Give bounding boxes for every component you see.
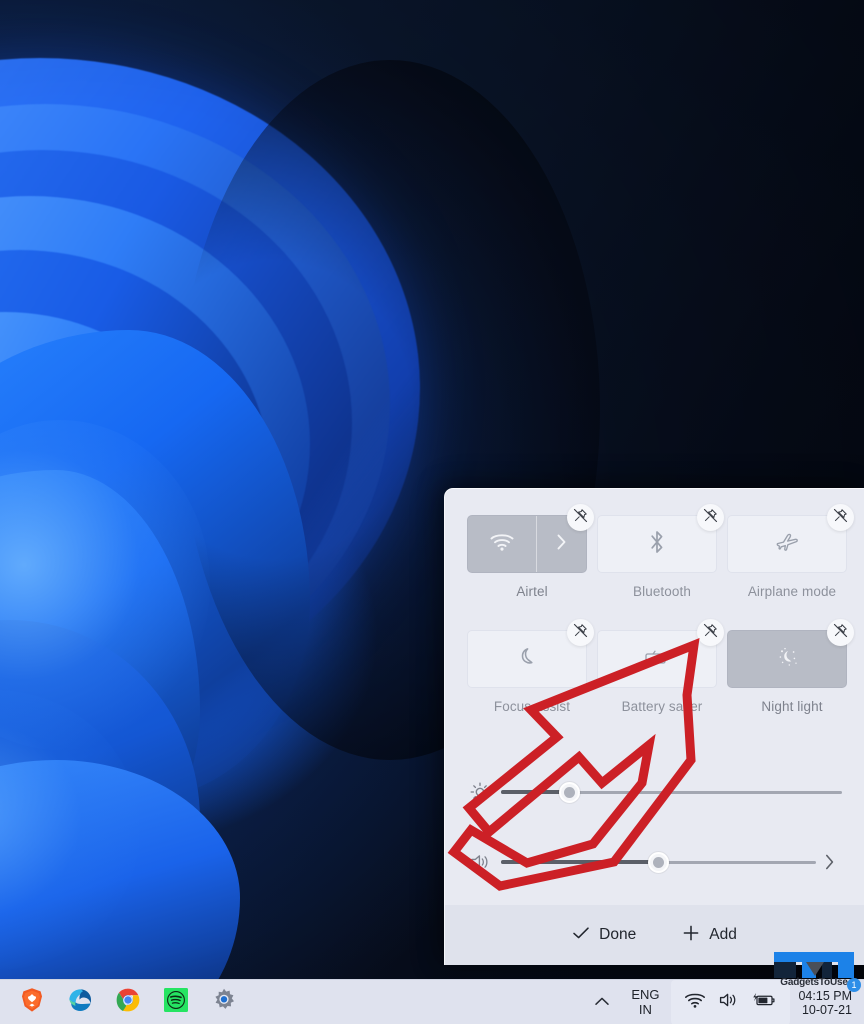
bluetooth-icon	[647, 529, 667, 560]
language-indicator[interactable]: ENG IN	[619, 980, 671, 1024]
night-light-icon	[773, 644, 801, 675]
volume-icon[interactable]	[469, 852, 501, 872]
volume-slider-thumb[interactable]	[648, 851, 669, 873]
plus-icon	[682, 924, 700, 947]
tray-status-icons[interactable]	[671, 980, 791, 1024]
taskbar-app-settings[interactable]	[202, 981, 246, 1023]
moon-icon	[515, 644, 539, 675]
unpin-icon	[573, 508, 588, 528]
taskbar-app-edge[interactable]	[58, 981, 102, 1023]
quick-tile-bluetooth[interactable]	[597, 504, 724, 573]
add-button-label: Add	[709, 926, 737, 943]
quick-tile-wifi[interactable]	[467, 504, 594, 573]
battery-charging-icon[interactable]	[751, 991, 777, 1014]
airplane-icon	[773, 530, 801, 559]
quick-tile-cell-battery-saver: Battery saver	[597, 619, 727, 745]
volume-slider-fill	[501, 860, 659, 864]
unpin-icon	[573, 623, 588, 643]
microsoft-edge-icon	[66, 986, 94, 1019]
quick-settings-tile-grid: Airtel Bluetooth Airplane mode Focus ass…	[445, 489, 864, 745]
unpin-button-focus-assist[interactable]	[567, 619, 594, 646]
taskbar-app-spotify[interactable]	[154, 981, 198, 1023]
volume-expand-button[interactable]	[816, 853, 842, 871]
quick-tile-focus-assist[interactable]	[467, 619, 594, 688]
language-secondary: IN	[638, 1001, 652, 1017]
quick-tile-label-airplane: Airplane mode	[747, 584, 837, 599]
unpin-icon	[703, 508, 718, 528]
wifi-icon[interactable]	[684, 992, 706, 1014]
spotify-icon	[162, 986, 190, 1019]
quick-tile-label-wifi: Airtel	[516, 584, 548, 599]
volume-slider-row	[445, 839, 864, 885]
wifi-icon	[489, 532, 515, 557]
battery-saver-icon	[642, 647, 672, 672]
quick-tile-cell-night-light: Night light	[727, 619, 857, 745]
quick-tile-airplane-mode[interactable]	[727, 504, 854, 573]
taskbar-app-list	[0, 981, 246, 1023]
unpin-button-wifi[interactable]	[567, 504, 594, 531]
volume-slider[interactable]	[501, 851, 816, 873]
unpin-button-night-light[interactable]	[827, 619, 854, 646]
wifi-toggle-area[interactable]	[468, 516, 538, 572]
chevron-up-icon	[594, 994, 610, 1012]
taskbar: ENG IN 04:15 PM 10-07-21	[0, 979, 864, 1024]
language-primary: ENG	[631, 987, 660, 1003]
unpin-icon	[833, 508, 848, 528]
unpin-button-airplane[interactable]	[827, 504, 854, 531]
clock-time: 04:15 PM	[798, 988, 852, 1003]
unpin-icon	[833, 623, 848, 643]
brightness-icon	[469, 781, 501, 803]
volume-icon[interactable]	[718, 991, 739, 1014]
brave-browser-icon	[18, 986, 46, 1019]
quick-settings-footer: Done Add	[445, 905, 864, 965]
quick-tile-cell-bluetooth: Bluetooth	[597, 504, 727, 630]
chevron-right-icon	[556, 533, 567, 556]
unpin-icon	[703, 623, 718, 643]
quick-tile-label-night-light: Night light	[761, 699, 823, 714]
taskbar-clock[interactable]: 04:15 PM 10-07-21	[790, 980, 864, 1024]
clock-date: 10-07-21	[801, 1002, 852, 1017]
brightness-slider-thumb[interactable]	[558, 781, 580, 803]
add-button[interactable]: Add	[672, 918, 747, 953]
unpin-button-bluetooth[interactable]	[697, 504, 724, 531]
brightness-slider[interactable]	[501, 781, 842, 803]
quick-tile-cell-wifi: Airtel	[467, 504, 597, 630]
system-tray: ENG IN 04:15 PM 10-07-21	[585, 980, 864, 1024]
quick-tile-label-bluetooth: Bluetooth	[633, 584, 691, 599]
taskbar-app-brave[interactable]	[10, 981, 54, 1023]
taskbar-app-chrome[interactable]	[106, 981, 150, 1023]
quick-tile-label-battery-saver: Battery saver	[621, 699, 703, 714]
unpin-button-battery-saver[interactable]	[697, 619, 724, 646]
settings-gear-icon	[210, 986, 238, 1019]
quick-tile-cell-focus-assist: Focus assist	[467, 619, 597, 745]
quick-tile-cell-airplane: Airplane mode	[727, 504, 857, 630]
done-button[interactable]: Done	[562, 919, 646, 952]
quick-tile-label-focus-assist: Focus assist	[493, 699, 571, 714]
done-button-label: Done	[599, 926, 637, 943]
google-chrome-icon	[114, 986, 142, 1019]
quick-settings-panel: Airtel Bluetooth Airplane mode Focus ass…	[444, 488, 864, 965]
quick-tile-night-light[interactable]	[727, 619, 854, 688]
check-icon	[572, 925, 590, 946]
brightness-slider-row	[445, 769, 864, 815]
quick-tile-battery-saver[interactable]	[597, 619, 724, 688]
tray-expand-button[interactable]	[585, 980, 619, 1024]
